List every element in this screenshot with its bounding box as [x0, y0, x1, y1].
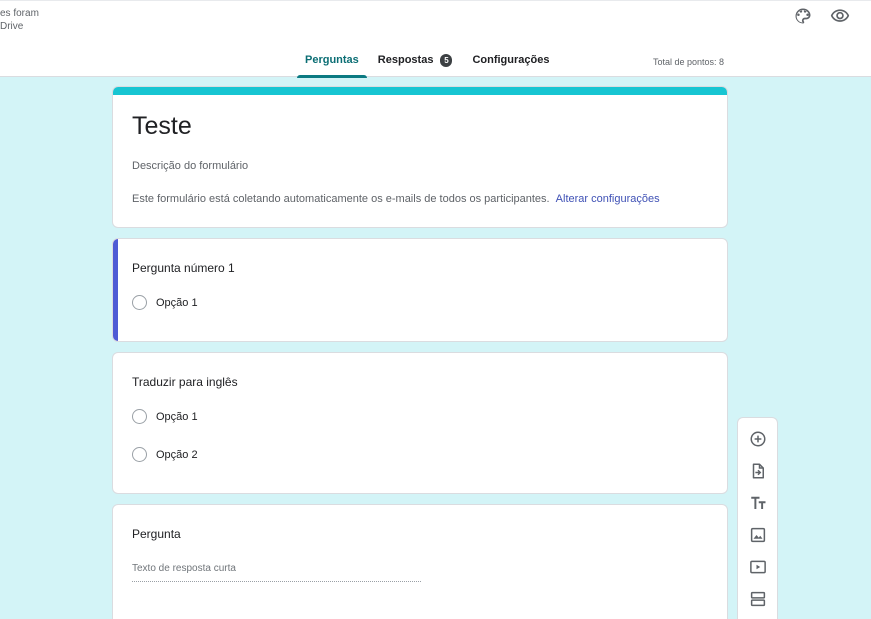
email-collection-note: Este formulário está coletando automatic…	[132, 193, 660, 205]
active-question-indicator	[113, 239, 118, 341]
short-answer-field: Texto de resposta curta	[132, 563, 421, 582]
change-settings-link[interactable]: Alterar configurações	[556, 193, 660, 205]
form-tabs: Perguntas Respostas 5 Configurações	[297, 49, 557, 78]
responses-count-badge: 5	[440, 54, 453, 67]
radio-button[interactable]	[132, 447, 147, 462]
tab-perguntas-label: Perguntas	[305, 54, 359, 66]
radio-button[interactable]	[132, 409, 147, 424]
option-label: Opção 2	[156, 448, 198, 461]
add-question-icon[interactable]	[748, 429, 768, 449]
tab-configuracoes[interactable]: Configurações	[464, 49, 557, 78]
option-label: Opção 1	[156, 296, 198, 309]
radio-button[interactable]	[132, 295, 147, 310]
tab-respostas[interactable]: Respostas 5	[370, 49, 461, 78]
save-status-line-2: Drive	[0, 21, 24, 32]
question-title[interactable]: Pergunta número 1	[132, 261, 235, 275]
question-title[interactable]: Traduzir para inglês	[132, 375, 238, 389]
eye-icon[interactable]	[830, 6, 850, 26]
palette-icon[interactable]	[793, 6, 813, 26]
add-title-icon[interactable]	[748, 493, 768, 513]
form-description[interactable]: Descrição do formulário	[132, 160, 248, 172]
form-title[interactable]: Teste	[132, 112, 192, 141]
save-status: es foram Drive	[0, 7, 39, 33]
add-video-icon[interactable]	[748, 557, 768, 577]
theme-color-bar	[113, 87, 727, 95]
tab-perguntas[interactable]: Perguntas	[297, 49, 367, 78]
question-title[interactable]: Pergunta	[132, 527, 181, 541]
total-points: Total de pontos: 8	[653, 57, 725, 67]
side-toolbar	[737, 417, 778, 619]
top-header: es foram Drive Perguntas Respostas 5 Con…	[0, 0, 871, 78]
tab-respostas-label: Respostas	[377, 54, 434, 66]
form-title-card[interactable]: Teste Descrição do formulário Este formu…	[112, 86, 728, 228]
option-item: Opção 2	[132, 447, 198, 462]
option-label: Opção 1	[156, 410, 198, 423]
question-card[interactable]: Traduzir para inglês Opção 1 Opção 2	[112, 352, 728, 494]
save-status-line-1: es foram	[0, 8, 39, 19]
option-item: Opção 1	[132, 295, 198, 310]
add-image-icon[interactable]	[748, 525, 768, 545]
question-card[interactable]: Pergunta número 1 Opção 1	[112, 238, 728, 342]
add-section-icon[interactable]	[748, 589, 768, 609]
option-item: Opção 1	[132, 409, 198, 424]
email-collection-text: Este formulário está coletando automatic…	[132, 193, 550, 205]
import-questions-icon[interactable]	[748, 461, 768, 481]
tab-configuracoes-label: Configurações	[472, 54, 550, 66]
question-card[interactable]: Pergunta Texto de resposta curta	[112, 504, 728, 619]
